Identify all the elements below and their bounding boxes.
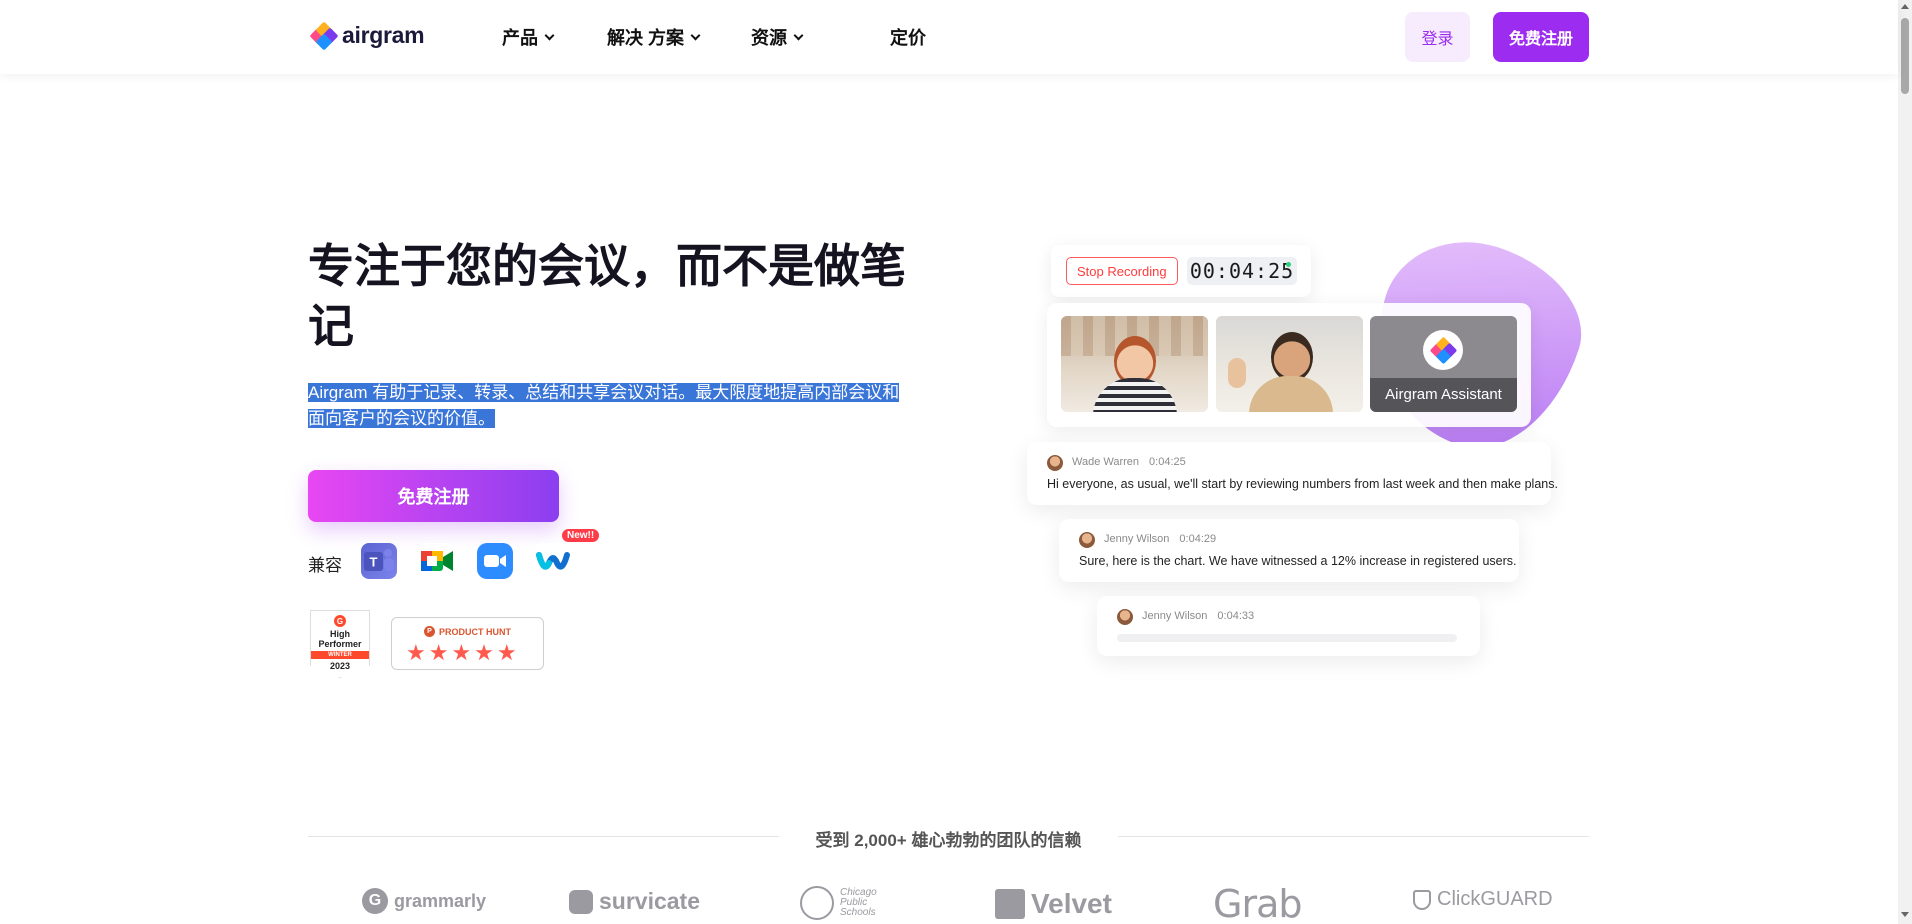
brand-name: grammarly — [394, 890, 487, 911]
nav-label: 产品 — [502, 28, 538, 48]
zoom-icon — [477, 543, 513, 579]
brand-name: Chicago Public Schools — [840, 887, 877, 918]
stop-recording-button[interactable]: Stop Recording — [1066, 257, 1178, 285]
nav-item-pricing[interactable]: 定价 — [890, 24, 926, 50]
product-hunt-badge[interactable]: P PRODUCT HUNT ★★★★★ — [391, 617, 544, 670]
recording-timer: 00:04:25 — [1187, 257, 1297, 285]
person-body — [1093, 378, 1177, 412]
sender-name: Jenny Wilson — [1104, 533, 1170, 545]
message-text: Hi everyone, as usual, we'll start by re… — [1047, 477, 1558, 491]
g2-high-performer-badge: G High Performer WINTER 2023 — [310, 610, 370, 678]
video-tile-assistant: Airgram Assistant — [1370, 316, 1517, 412]
survicate-logo-icon — [569, 889, 593, 914]
logo-text: airgram — [342, 22, 425, 48]
brand-name: Velvet — [1031, 888, 1112, 919]
nav-label: 资源 — [751, 28, 787, 48]
sender-name: Jenny Wilson — [1142, 610, 1208, 622]
brand-chicago-public-schools: Chicago Public Schools — [800, 886, 890, 920]
avatar — [1079, 532, 1095, 548]
recording-dot-icon — [1286, 262, 1291, 267]
message-time: 0:04:29 — [1179, 533, 1217, 545]
sender-name: Wade Warren — [1072, 456, 1140, 468]
chat-message: Wade Warren 0:04:25 Hi everyone, as usual… — [1027, 442, 1558, 505]
message-meta: Jenny Wilson 0:04:33 — [1142, 610, 1254, 622]
message-meta: Jenny Wilson 0:04:29 — [1104, 533, 1216, 545]
g2-year: 2023 — [329, 661, 351, 671]
typing-placeholder — [1117, 634, 1457, 642]
ph-label: PRODUCT HUNT — [439, 626, 511, 637]
chevron-down-icon — [793, 30, 804, 40]
ph-header: P PRODUCT HUNT — [392, 626, 543, 637]
g2-line1: High — [330, 629, 350, 639]
trusted-by-text: 受到 2,000+ 雄心勃勃的团队的信赖 — [815, 831, 1082, 850]
divider-left — [308, 836, 779, 837]
clickguard-shield-icon — [1413, 889, 1431, 910]
chevron-down-icon — [544, 30, 555, 40]
brand-grab: Grab — [1213, 882, 1302, 924]
login-button[interactable]: 登录 — [1405, 12, 1470, 62]
grammarly-logo-icon: G — [362, 888, 388, 914]
avatar — [1117, 609, 1133, 625]
chat-message: Jenny Wilson 0:04:29 Sure, here is the ch… — [1059, 519, 1519, 582]
page-scrollbar[interactable] — [1898, 0, 1912, 924]
microsoft-teams-icon: T — [361, 543, 397, 579]
brand-name: ClickGUARD — [1437, 888, 1553, 910]
video-tile-woman — [1061, 316, 1208, 412]
hero-subtitle: Airgram 有助于记录、转录、总结和共享会议对话。最大限度地提高内部会议和面… — [308, 380, 908, 432]
g2-logo-icon: G — [334, 615, 346, 627]
signup-button[interactable]: 免费注册 — [1493, 12, 1589, 62]
message-meta: Wade Warren 0:04:25 — [1072, 456, 1186, 468]
scroll-up-arrow-icon[interactable] — [1901, 4, 1909, 9]
waving-hand — [1228, 358, 1246, 388]
g2-season: WINTER — [311, 651, 369, 659]
divider-right — [1118, 836, 1589, 837]
scroll-thumb[interactable] — [1901, 18, 1909, 94]
chat-message: Jenny Wilson 0:04:33 — [1097, 596, 1480, 656]
velvet-logo-icon — [995, 889, 1025, 919]
google-meet-icon — [419, 543, 455, 579]
assistant-label: Airgram Assistant — [1385, 386, 1502, 403]
g2-line2: Performer — [318, 639, 362, 649]
brand-clickguard: ClickGUARD — [1413, 888, 1553, 911]
video-tile-man — [1216, 316, 1363, 412]
video-call-panel: Airgram Assistant — [1047, 303, 1531, 427]
message-time: 0:04:33 — [1217, 610, 1255, 622]
nav-item-products[interactable]: 产品 — [502, 24, 555, 50]
top-navbar: airgram 产品 解决 方案 资源 定价 登录 免费注册 — [0, 0, 1898, 74]
airgram-assistant-logo-icon — [1423, 330, 1463, 370]
airgram-logo[interactable]: airgram — [309, 21, 425, 50]
hero-subtitle-text: Airgram 有助于记录、转录、总结和共享会议对话。最大限度地提高内部会议和面… — [308, 383, 900, 428]
person-body — [1249, 376, 1333, 412]
nav-item-resources[interactable]: 资源 — [751, 24, 804, 50]
brand-name: Grab — [1213, 882, 1302, 924]
product-hunt-logo-icon: P — [424, 626, 435, 637]
chicago-schools-logo-icon — [800, 886, 834, 920]
timer-value: 00:04:25 — [1189, 259, 1295, 283]
five-stars-icon: ★★★★★ — [406, 640, 520, 665]
message-text: Sure, here is the chart. We have witness… — [1079, 554, 1517, 568]
compat-label: 兼容 — [308, 556, 342, 575]
nav-label: 解决 方案 — [607, 28, 685, 48]
scroll-down-arrow-icon[interactable] — [1901, 912, 1909, 917]
hero-title: 专注于您的会议，而不是做笔记 — [308, 240, 906, 352]
webex-icon — [535, 543, 571, 579]
airgram-logo-icon — [309, 21, 339, 50]
brand-velvet: Velvet — [995, 888, 1112, 920]
chevron-down-icon — [690, 30, 701, 40]
avatar — [1047, 455, 1063, 471]
message-time: 0:04:25 — [1149, 456, 1186, 468]
nav-label: 定价 — [890, 28, 926, 48]
hero-signup-button[interactable]: 免费注册 — [308, 470, 559, 522]
nav-item-solutions[interactable]: 解决 方案 — [607, 24, 701, 50]
brand-grammarly: G grammarly — [362, 888, 486, 914]
brand-name: survicate — [599, 888, 701, 914]
new-badge: New!! — [562, 529, 600, 542]
recording-bar: Stop Recording 00:04:25 — [1051, 245, 1311, 297]
person-head — [1271, 332, 1313, 382]
svg-text:T: T — [370, 555, 378, 570]
brand-survicate: survicate — [569, 888, 700, 915]
